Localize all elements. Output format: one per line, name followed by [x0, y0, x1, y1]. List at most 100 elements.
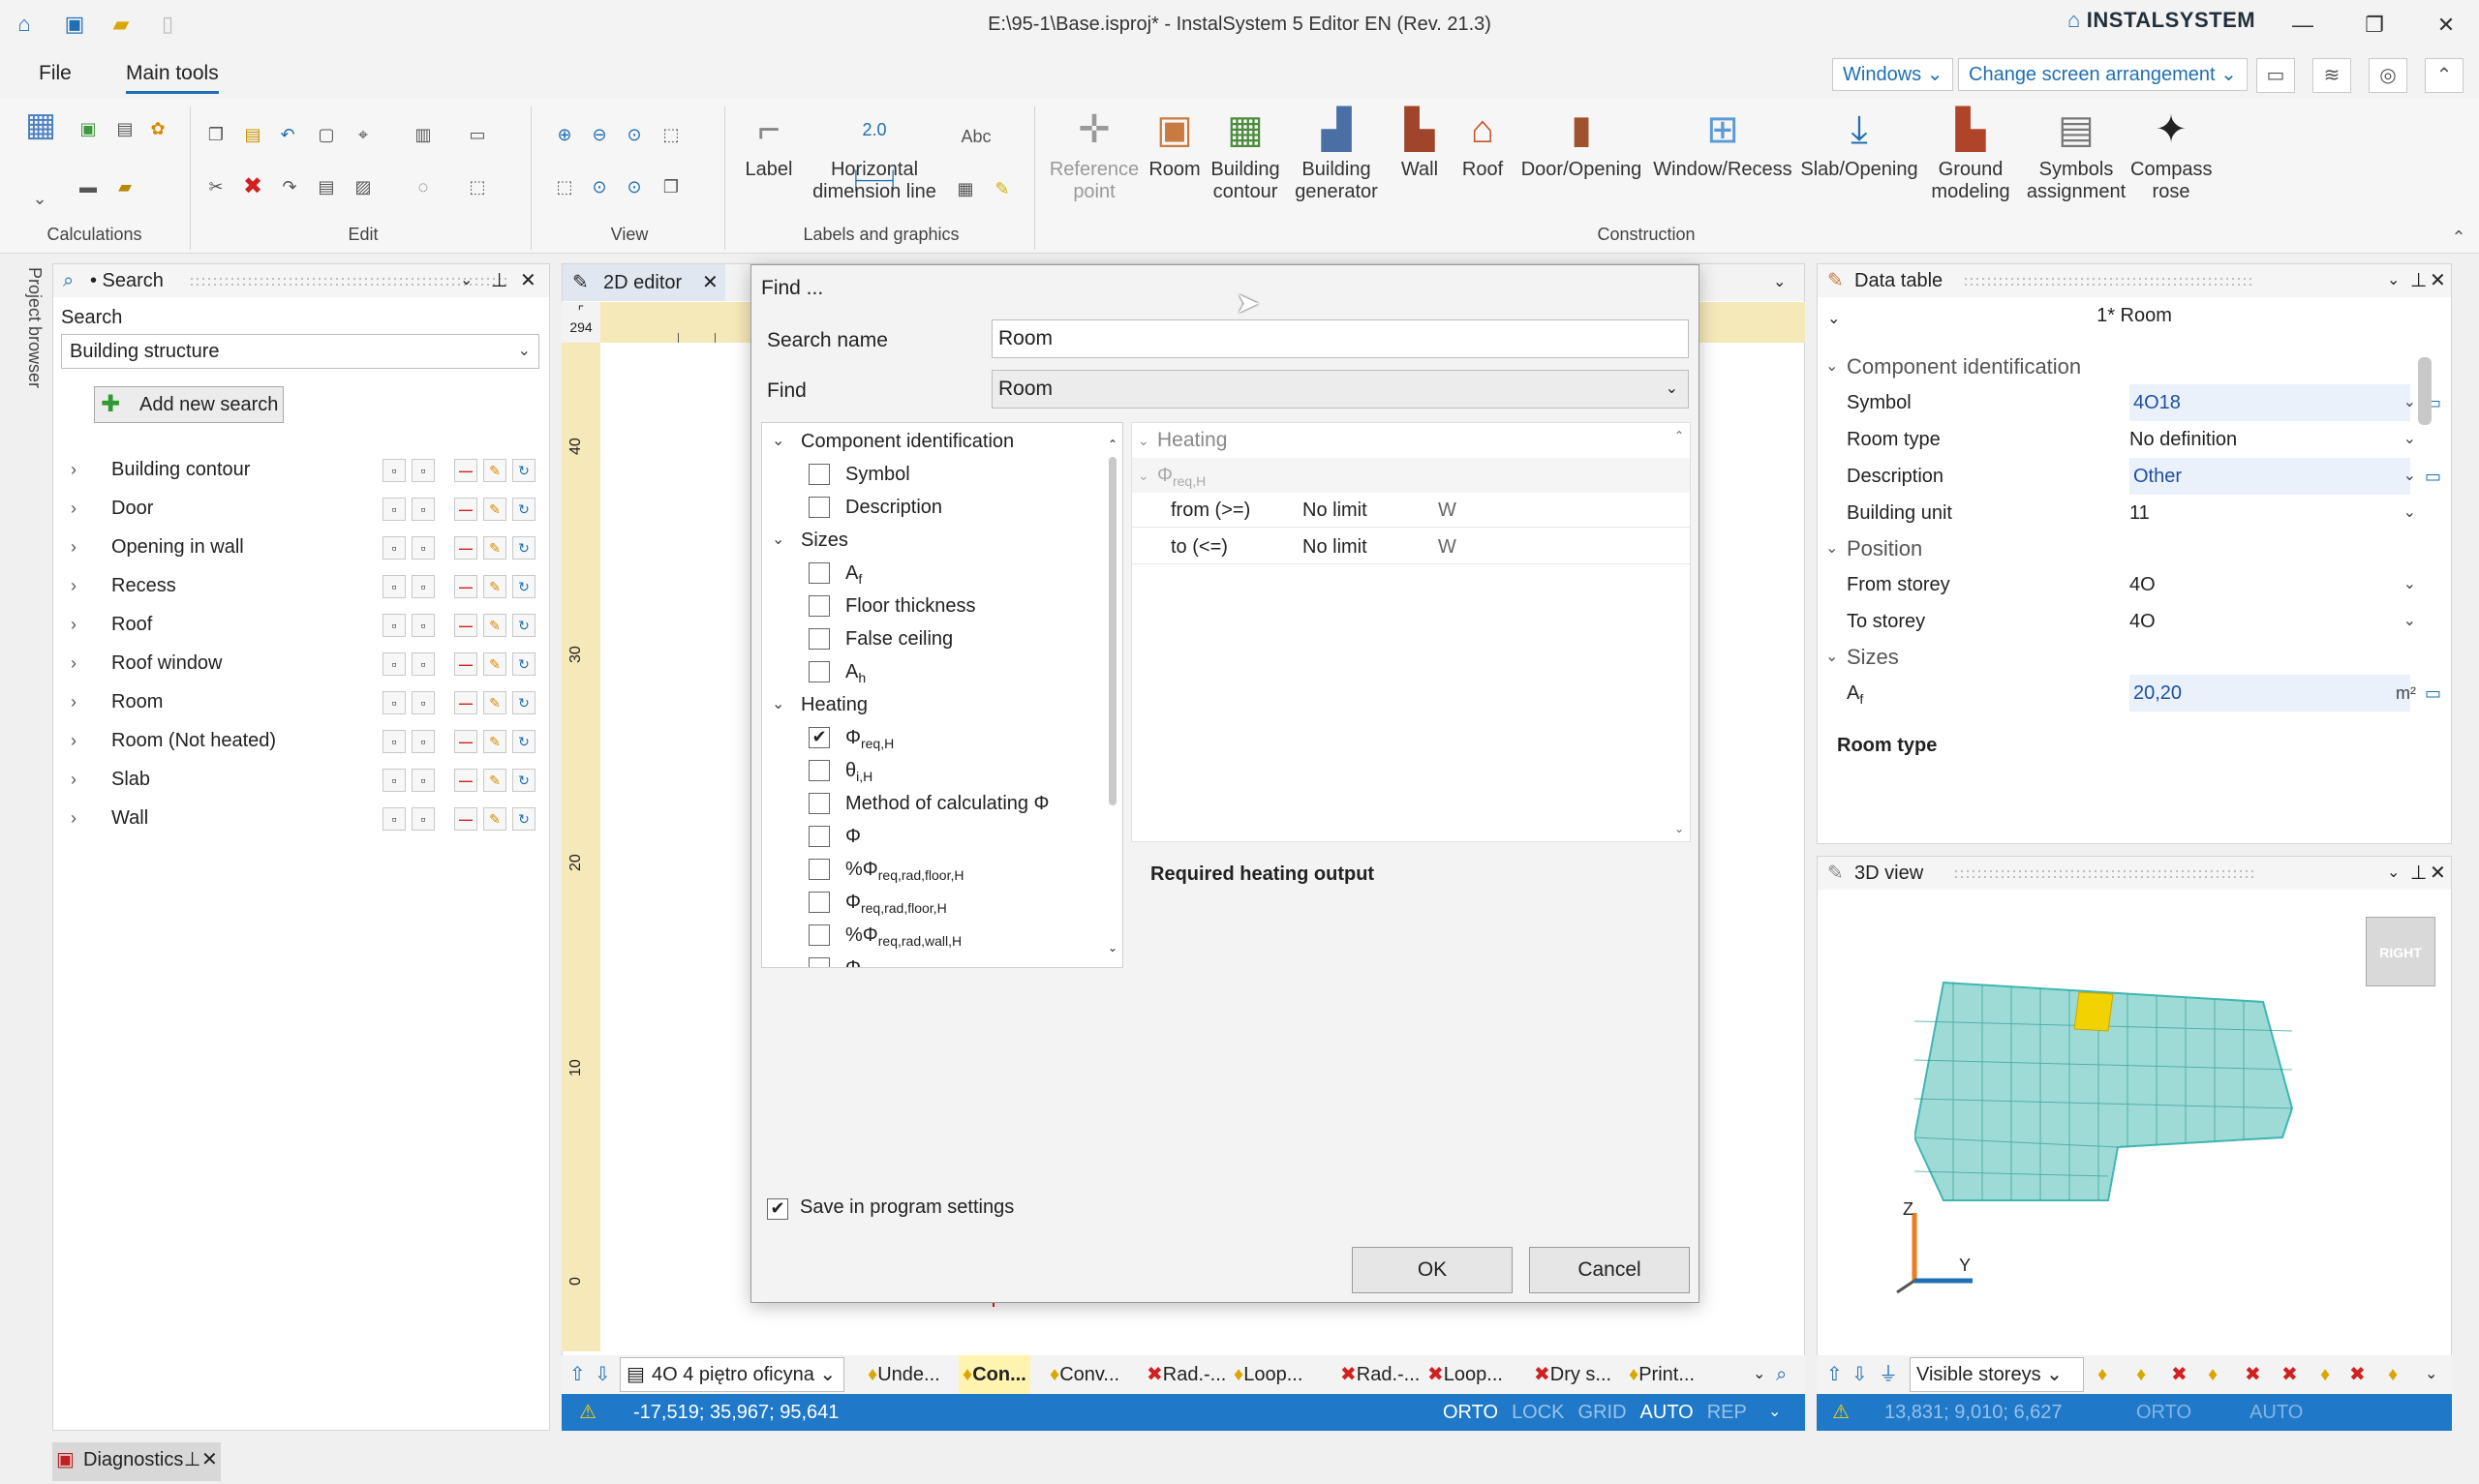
group-icon[interactable]: ▤ — [314, 174, 339, 199]
item-icon[interactable]: ▫ — [383, 807, 406, 831]
item-icon[interactable]: ▫ — [412, 652, 435, 676]
item-icon[interactable]: ▫ — [383, 536, 406, 560]
field-checkbox[interactable] — [809, 826, 830, 847]
storey-up-icon[interactable]: ⇧ — [1826, 1355, 1843, 1394]
layers-icon[interactable]: ≋ — [2312, 58, 2351, 93]
chevron-right-icon[interactable]: › — [71, 605, 77, 644]
data-table-row[interactable]: To storey 4O ⌄ — [1818, 603, 2453, 640]
building-contour-button[interactable]: ▦ Building contour — [1205, 105, 1286, 203]
calc-line-icon[interactable]: ▬ — [76, 174, 101, 199]
item-icon[interactable]: ▫ — [383, 459, 406, 482]
tabs-more-icon[interactable]: ⌄ — [1753, 1355, 1765, 1394]
select-area-icon[interactable]: ⬚ — [465, 174, 490, 199]
search-tree-item[interactable]: › Opening in wall ▫ ▫ — ✎ ↻ — [63, 528, 547, 566]
view-layers-icon[interactable]: ❐ — [658, 174, 684, 199]
edit-icon[interactable]: ✎ — [483, 769, 506, 792]
field-checkbox[interactable] — [809, 661, 830, 682]
scroll-up-icon[interactable]: ⌃ — [1674, 429, 1684, 442]
refresh-icon[interactable]: ↻ — [512, 536, 536, 560]
undo-icon[interactable]: ↶ — [275, 122, 300, 147]
mode-toggle[interactable]: LOCK — [1512, 1402, 1564, 1423]
zoom-window-icon[interactable]: ⬚ — [658, 122, 684, 147]
refresh-icon[interactable]: ↻ — [512, 614, 536, 637]
field-checkbox[interactable] — [809, 957, 830, 967]
chevron-down-icon[interactable]: ⌄ — [2403, 603, 2416, 640]
data-table-row[interactable]: From storey 4O ⌄ — [1818, 566, 2453, 603]
chevron-right-icon[interactable]: › — [71, 644, 77, 682]
change-arrangement-dropdown[interactable]: Change screen arrangement ⌄ — [1958, 58, 2248, 91]
criteria-from-value[interactable]: No limit — [1302, 493, 1367, 528]
scrollbar-thumb[interactable] — [1109, 457, 1117, 805]
find-select[interactable]: Room ⌄ — [992, 370, 1689, 409]
colors-icon[interactable]: ◎ — [2369, 58, 2407, 93]
search-tree-item[interactable]: › Slab ▫ ▫ — ✎ ↻ — [63, 760, 547, 799]
view-3d-panel[interactable]: ✎ 3D view ⌄ ⊥ ✕ RIGHT Z Y — [1817, 856, 2452, 1431]
mode-toggle[interactable]: ORTO — [1443, 1402, 1498, 1423]
mode-toggle[interactable]: AUTO — [2249, 1402, 2303, 1423]
editor-view-tab[interactable]: ♦Loop... — [1230, 1355, 1306, 1394]
row-value[interactable]: 4O — [2129, 566, 2156, 603]
chevron-right-icon[interactable]: › — [71, 450, 77, 489]
search-tree-item[interactable]: › Recess ▫ ▫ — ✎ ↻ — [63, 566, 547, 605]
wall-button[interactable]: ▙ Wall — [1391, 105, 1449, 181]
add-new-search-button[interactable]: ✚ Add new search — [94, 386, 284, 423]
tree-group[interactable]: ⌄ Component identification — [762, 425, 1111, 458]
x-icon[interactable]: ✖ — [2349, 1355, 2366, 1394]
warning-icon[interactable]: ⚠ — [1832, 1394, 1850, 1431]
item-icon[interactable]: ▫ — [412, 691, 435, 714]
remove-icon[interactable]: — — [454, 536, 477, 560]
close-button[interactable]: ✕ — [2417, 8, 2475, 43]
criteria-to-value[interactable]: No limit — [1302, 530, 1367, 564]
refresh-icon[interactable]: ↻ — [512, 691, 536, 714]
warning-icon[interactable]: ⚠ — [579, 1394, 597, 1431]
panel-menu-icon[interactable]: ⌄ — [2387, 857, 2400, 890]
zoom-fit-icon[interactable]: ⊙ — [622, 122, 647, 147]
chevron-down-icon[interactable]: ⌄ — [2403, 566, 2416, 603]
door-opening-button[interactable]: ▮ Door/Opening — [1516, 105, 1646, 181]
data-table-section[interactable]: ⌄ Position — [1818, 531, 2453, 566]
item-icon[interactable]: ▫ — [412, 730, 435, 753]
tree-field[interactable]: Description — [762, 491, 1111, 524]
item-icon[interactable]: ▫ — [412, 614, 435, 637]
toolbar-more-icon[interactable]: ⌄ — [2425, 1355, 2437, 1394]
search-tree-item[interactable]: › Room (Not heated) ▫ ▫ — ✎ ↻ — [63, 721, 547, 760]
roof-button[interactable]: ⌂ Roof — [1453, 105, 1513, 181]
symbol-link-icon[interactable]: ▭ — [2425, 675, 2441, 712]
search-tree-item[interactable]: › Roof window ▫ ▫ — ✎ ↻ — [63, 644, 547, 682]
panel-menu-icon[interactable]: ⌄ — [2387, 264, 2400, 297]
scroll-down-icon[interactable]: ⌄ — [1108, 941, 1117, 954]
window-recess-button[interactable]: ⊞ Window/Recess — [1652, 105, 1793, 181]
chevron-down-icon[interactable]: ⌄ — [2403, 495, 2416, 531]
editor-view-tab[interactable]: ♦Con... — [959, 1355, 1030, 1394]
tree-field[interactable]: %Φreq,rad,wall,H — [762, 919, 1111, 952]
symbols-assignment-button[interactable]: ▤ Symbols assignment — [2026, 105, 2127, 203]
table-icon[interactable]: ▦ — [953, 176, 978, 201]
edit-icon[interactable]: ✎ — [483, 459, 506, 482]
search-tree-item[interactable]: › Building contour ▫ ▫ — ✎ ↻ — [63, 450, 547, 489]
data-table-section[interactable]: ⌄ Component identification — [1818, 349, 2453, 384]
screen-icon[interactable]: ▭ — [2256, 58, 2295, 93]
field-checkbox[interactable] — [809, 760, 830, 781]
status-menu-icon[interactable]: ⌄ — [1768, 1394, 1781, 1431]
x-icon[interactable]: ✖ — [2245, 1355, 2261, 1394]
menu-main-tools[interactable]: Main tools — [126, 62, 219, 94]
chevron-right-icon[interactable]: › — [71, 566, 77, 605]
pin-icon[interactable]: ⊥ — [184, 1442, 200, 1477]
chevron-right-icon[interactable]: › — [71, 489, 77, 528]
search-tree-item[interactable]: › Room ▫ ▫ — ✎ ↻ — [63, 682, 547, 721]
tree-group[interactable]: ⌄ Sizes — [762, 524, 1111, 557]
remove-icon[interactable]: — — [454, 459, 477, 482]
highlighter-icon[interactable]: ✎ — [990, 176, 1015, 201]
item-icon[interactable]: ▫ — [412, 536, 435, 560]
chevron-right-icon[interactable]: › — [71, 799, 77, 837]
chevron-right-icon[interactable]: › — [71, 760, 77, 799]
chevron-down-icon[interactable]: ⌄ — [2403, 421, 2416, 458]
data-table-row[interactable]: Description Other ⌄ ▭ — [1818, 458, 2453, 495]
mode-toggle[interactable]: ORTO — [2136, 1402, 2191, 1423]
refresh-icon[interactable]: ↻ — [512, 769, 536, 792]
field-checkbox[interactable] — [809, 892, 830, 913]
pan-icon[interactable]: ⬚ — [552, 174, 577, 199]
edit-icon[interactable]: ✎ — [483, 691, 506, 714]
search-tree-item[interactable]: › Wall ▫ ▫ — ✎ ↻ — [63, 799, 547, 837]
item-icon[interactable]: ▫ — [383, 575, 406, 598]
